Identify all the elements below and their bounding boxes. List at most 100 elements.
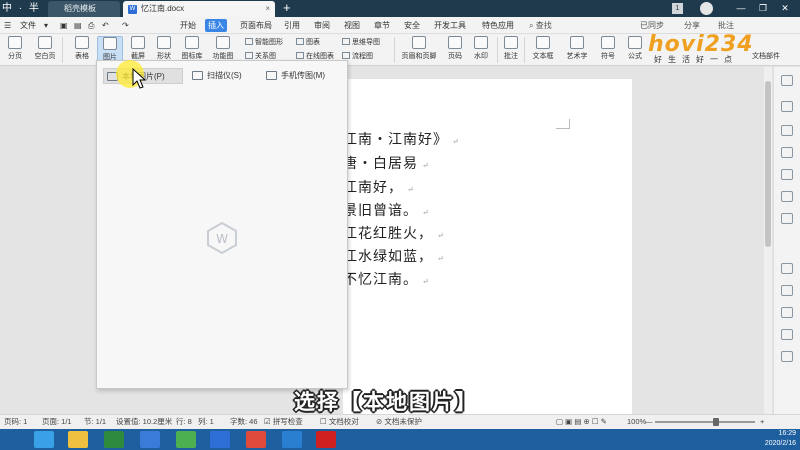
symbol-button[interactable]: 符号 [596,36,620,61]
store-icon[interactable] [104,431,124,448]
formula-button[interactable]: 公式 [624,36,646,61]
tab-template[interactable]: 稻壳模板 [48,1,120,17]
start-button-icon[interactable] [34,431,54,448]
search-box[interactable]: ⌕ 查找 [529,19,552,32]
pdf-icon[interactable] [282,431,302,448]
chrome-icon[interactable] [246,431,266,448]
menu-page-layout[interactable]: 页面布局 [240,19,272,32]
comment-button[interactable]: 批注 [718,19,734,32]
view-mode-buttons[interactable]: ▢ ▣ ▤ ⊕ ☐ ✎ [556,415,607,429]
screenshot-button[interactable]: 截屏 [126,36,150,61]
page-number-button[interactable]: 页码 [444,36,466,61]
dropdown-arrow-icon[interactable]: ▾ [44,19,48,32]
pen-icon[interactable] [781,191,793,202]
share-button[interactable]: 分享 [684,19,700,32]
help-icon[interactable] [781,351,793,362]
ribbon-divider [62,37,63,63]
wps-writer-icon[interactable] [210,431,230,448]
art-text-button[interactable]: 艺术字 [562,36,592,61]
layers-icon[interactable] [781,169,793,180]
translate-icon[interactable] [781,307,793,318]
table-button[interactable]: 表格 [70,36,94,61]
vertical-scrollbar[interactable] [764,67,772,414]
menu-review[interactable]: 审阅 [314,19,330,32]
header-footer-button[interactable]: 页眉和页脚 [398,36,440,61]
system-clock[interactable]: 16:29 2020/2/16 [765,429,796,449]
backup-icon[interactable] [781,263,793,274]
menu-security[interactable]: 安全 [404,19,420,32]
sync-status[interactable]: 已同步 [640,19,664,32]
new-tab-button[interactable]: + [283,0,291,16]
restore-button[interactable]: ❐ [752,0,774,17]
zoom-out-button[interactable]: — [645,415,653,429]
brand-watermark-logo: hovi234 好生活好一点 [648,32,778,66]
zoom-slider-knob[interactable] [713,418,719,426]
chart-button[interactable]: 图表 [296,38,320,48]
user-avatar[interactable] [700,2,713,15]
search-label: 查找 [535,21,552,30]
status-section: 节: 1/1 [84,417,107,426]
table-icon [75,36,89,49]
navigation-icon[interactable] [781,213,793,224]
status-position: 设置值: 10.2厘米 [116,417,173,426]
text-box-button[interactable]: 文本框 [528,36,558,61]
menu-section[interactable]: 章节 [374,19,390,32]
share-side-icon[interactable] [781,285,793,296]
icon-library-button[interactable]: 图标库 [178,36,206,61]
open-icon[interactable]: ▤ [74,19,82,32]
close-tab-icon[interactable]: × [265,1,270,17]
function-chart-icon [216,36,230,49]
menu-special[interactable]: 特色应用 [482,19,514,32]
undo-icon[interactable]: ↶ [102,19,109,32]
menu-insert[interactable]: 插入 [205,19,227,32]
menu-file[interactable]: 文件 [20,19,36,32]
poem-line: 江水绿如蓝， ↵ [343,249,445,265]
icon-library-label: 图标库 [181,53,203,60]
selection-icon[interactable] [781,75,793,86]
online-chart-label: 在线图表 [306,53,334,60]
proofread-button[interactable]: ☐ 文档校对 [320,415,359,429]
paging-button[interactable]: 分页 [4,36,26,61]
shape-style-icon[interactable] [781,147,793,158]
formula-icon [628,36,642,49]
protection-status[interactable]: ⊘ 文档未保护 [376,415,422,429]
app-logo: 中 · 半 [2,3,41,14]
title-tab-bar: 中 · 半 稻壳模板 W 忆江南.docx × + 1 — ❐ ✕ [0,0,800,17]
spell-check-toggle[interactable]: ☑ 拼写检查 [264,415,303,429]
browser-icon[interactable] [176,431,196,448]
document-page[interactable]: 江南・江南好》 ↵ 唐・白居易 ↵ 江南好， ↵ 景旧曾谙。 ↵ 江花红胜火， ↵ 江水绿… [343,79,632,414]
smart-art-button[interactable]: 智能图形 [245,38,283,48]
menu-home[interactable]: 开始 [180,19,196,32]
status-pages: 页面: 1/1 [42,417,72,426]
comment-insert-button[interactable]: 批注 [501,36,521,61]
symbol-label: 符号 [601,53,615,60]
watermark-button[interactable]: 水印 [469,36,493,61]
blank-page-button[interactable]: 空白页 [32,36,58,61]
tab-document[interactable]: W 忆江南.docx × [123,1,275,17]
phone-picture-option[interactable]: 手机传图(M) [263,68,345,84]
zoom-slider[interactable] [655,421,755,423]
function-chart-button[interactable]: 功能图 [208,36,238,61]
recorder-icon[interactable] [316,431,336,448]
menu-developer[interactable]: 开发工具 [434,19,466,32]
zoom-level[interactable]: 100% [627,415,646,429]
scanner-option[interactable]: 扫描仪(S) [189,68,259,84]
menu-references[interactable]: 引用 [284,19,300,32]
format-icon[interactable] [781,125,793,136]
adjust-icon[interactable] [781,101,793,112]
minimize-button[interactable]: — [730,0,752,17]
review-icon[interactable] [781,329,793,340]
save-icon[interactable]: ▣ [60,19,68,32]
zoom-in-button[interactable]: + [760,415,764,429]
mind-map-button[interactable]: 思维导图 [342,38,380,48]
redo-icon[interactable]: ↷ [122,19,129,32]
file-explorer-icon[interactable] [68,431,88,448]
print-icon[interactable]: ⎙ [88,19,94,32]
scrollbar-thumb[interactable] [765,81,771,247]
mouse-pointer-icon [132,68,147,89]
menu-view[interactable]: 视图 [344,19,360,32]
shape-button[interactable]: 形状 [152,36,176,61]
hamburger-menu-icon[interactable]: ☰ [4,19,11,32]
close-window-button[interactable]: ✕ [774,0,796,17]
cloud-icon[interactable] [140,431,160,448]
